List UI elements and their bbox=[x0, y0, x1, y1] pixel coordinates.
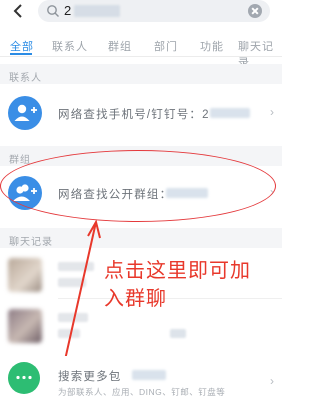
more-icon bbox=[8, 362, 40, 394]
annotation-arrow bbox=[55, 219, 101, 400]
search-more-subtitle: 为部联系人、应用、DING、钉邮、钉盘等 bbox=[58, 387, 226, 397]
chevron-right-icon: › bbox=[270, 374, 274, 388]
search-more-redacted bbox=[132, 370, 166, 380]
search-more-text: 搜索更多包 bbox=[58, 371, 122, 383]
search-more-row[interactable]: 搜索更多包 为部联系人、应用、DING、钉邮、钉盘等 › bbox=[0, 356, 282, 400]
